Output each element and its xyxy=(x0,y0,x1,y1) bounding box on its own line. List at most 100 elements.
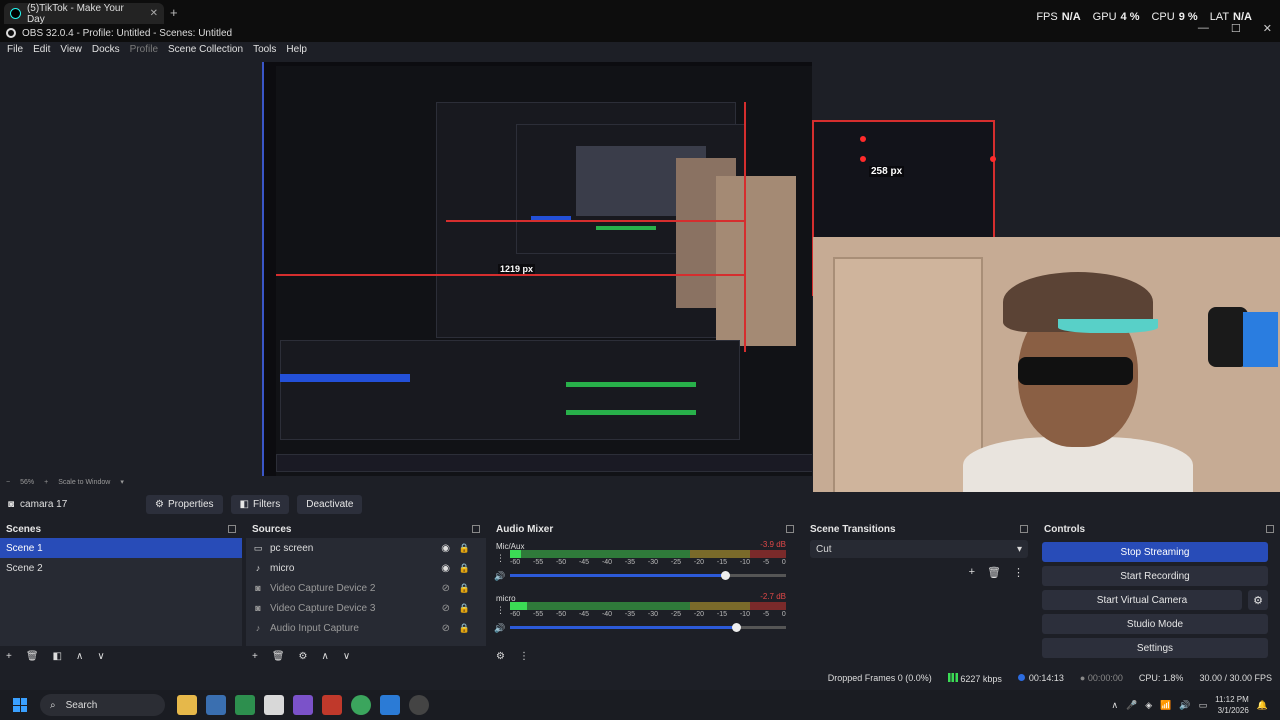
chevron-up-icon[interactable]: ∧ xyxy=(1111,700,1118,711)
menu-tools[interactable]: Tools xyxy=(248,42,281,58)
gear-icon[interactable]: ⚙ xyxy=(299,651,308,662)
resize-handle-top[interactable] xyxy=(860,136,866,142)
slider-knob[interactable] xyxy=(732,623,742,632)
obs-icon[interactable] xyxy=(409,695,429,715)
volume-slider[interactable] xyxy=(510,623,786,632)
undock-icon[interactable] xyxy=(472,525,480,533)
browser-tab[interactable]: (5)TikTok - Make Your Day ✕ xyxy=(4,3,164,25)
resize-handle-right[interactable] xyxy=(990,156,996,162)
kebab-menu-icon[interactable]: ⋮ xyxy=(1013,566,1024,579)
zoom-in-icon[interactable]: + xyxy=(44,479,48,486)
studio-mode-button[interactable]: Studio Mode xyxy=(1042,614,1268,634)
file-explorer-icon[interactable] xyxy=(177,695,197,715)
trash-icon[interactable]: 🗑 xyxy=(987,566,1001,579)
menu-scene-collection[interactable]: Scene Collection xyxy=(163,42,248,58)
kebab-menu-icon[interactable]: ⋮ xyxy=(496,605,505,616)
notification-bell-icon[interactable]: 🔔 xyxy=(1257,700,1268,711)
terminal-icon[interactable] xyxy=(235,695,255,715)
eye-icon[interactable]: ◉ xyxy=(441,563,450,574)
resize-handle-mid[interactable] xyxy=(860,156,866,162)
lock-icon[interactable]: 🔒 xyxy=(459,623,470,634)
lock-icon[interactable]: 🔒 xyxy=(459,583,470,594)
kebab-menu-icon[interactable]: ⋮ xyxy=(496,553,505,564)
scene-item-scene-2[interactable]: Scene 2 xyxy=(0,558,242,578)
eye-hidden-icon[interactable]: ⊘ xyxy=(442,623,450,634)
menu-edit[interactable]: Edit xyxy=(28,42,55,58)
stop-streaming-button[interactable]: Stop Streaming xyxy=(1042,542,1268,562)
start-recording-button[interactable]: Start Recording xyxy=(1042,566,1268,586)
properties-button[interactable]: ⚙ Properties xyxy=(146,494,223,514)
menu-help[interactable]: Help xyxy=(281,42,312,58)
store-icon[interactable] xyxy=(206,695,226,715)
add-scene-icon[interactable]: + xyxy=(6,651,12,662)
minimize-button[interactable]: — xyxy=(1198,22,1209,35)
add-source-icon[interactable]: + xyxy=(252,651,258,662)
mixer-settings-icon[interactable]: ⚙ xyxy=(496,651,505,662)
zoom-mode-select[interactable]: Scale to Window xyxy=(58,479,110,486)
volume-slider[interactable] xyxy=(510,571,786,580)
discord-icon[interactable] xyxy=(293,695,313,715)
eye-icon[interactable]: ◉ xyxy=(441,543,450,554)
move-down-icon[interactable]: ∨ xyxy=(97,651,104,662)
eye-hidden-icon[interactable]: ⊘ xyxy=(442,583,450,594)
meter-tick-label: -55 xyxy=(532,611,544,618)
settings-button[interactable]: Settings xyxy=(1042,638,1268,658)
gear-icon[interactable]: ⚙ xyxy=(1248,590,1268,610)
source-item[interactable]: ♪ micro ◉ 🔒 xyxy=(246,558,486,578)
speaker-icon[interactable]: 🔊 xyxy=(494,623,505,634)
speaker-icon[interactable]: 🔊 xyxy=(494,571,505,582)
add-transition-icon[interactable]: + xyxy=(969,566,975,579)
menu-view[interactable]: View xyxy=(55,42,87,58)
undock-icon[interactable] xyxy=(786,525,794,533)
deactivate-button[interactable]: Deactivate xyxy=(297,494,363,514)
scenes-toolbar: + 🗑 ◧ ∧ ∨ xyxy=(6,651,105,662)
zoom-out-icon[interactable]: − xyxy=(6,479,10,486)
transition-select[interactable]: Cut ▾ xyxy=(810,540,1028,558)
kebab-menu-icon[interactable]: ⋮ xyxy=(519,651,529,662)
move-down-icon[interactable]: ∨ xyxy=(343,651,350,662)
webcam-feed[interactable] xyxy=(813,237,1280,498)
chevron-down-icon[interactable]: ▾ xyxy=(120,478,124,486)
lock-icon[interactable]: 🔒 xyxy=(459,603,470,614)
eye-hidden-icon[interactable]: ⊘ xyxy=(442,603,450,614)
close-window-button[interactable]: ✕ xyxy=(1263,22,1272,35)
undock-icon[interactable] xyxy=(1266,525,1274,533)
volume-icon[interactable]: 🔊 xyxy=(1179,700,1190,711)
scene-item-scene-1[interactable]: Scene 1 xyxy=(0,538,242,558)
undock-icon[interactable] xyxy=(1020,525,1028,533)
slider-knob[interactable] xyxy=(721,571,731,580)
menu-file[interactable]: File xyxy=(2,42,28,58)
location-icon[interactable]: ◈ xyxy=(1145,700,1152,711)
taskbar-clock[interactable]: 11:12 PM 3/1/2026 xyxy=(1215,694,1249,716)
new-tab-button[interactable]: + xyxy=(170,5,178,20)
microphone-icon[interactable]: 🎤 xyxy=(1126,700,1137,711)
lock-icon[interactable]: 🔒 xyxy=(459,563,470,574)
source-item[interactable]: ◙ Video Capture Device 3 ⊘ 🔒 xyxy=(246,598,486,618)
filters-button[interactable]: ◧ Filters xyxy=(230,494,290,514)
undock-icon[interactable] xyxy=(228,525,236,533)
taskbar-search[interactable]: ⌕ Search xyxy=(40,694,165,716)
trash-icon[interactable]: 🗑 xyxy=(26,651,39,662)
maximize-button[interactable]: ☐ xyxy=(1231,22,1241,35)
vscode-icon[interactable] xyxy=(380,695,400,715)
close-tab-icon[interactable]: ✕ xyxy=(150,8,158,19)
trash-icon[interactable]: 🗑 xyxy=(272,651,285,662)
chrome-icon[interactable] xyxy=(351,695,371,715)
source-item[interactable]: ▭ pc screen ◉ 🔒 xyxy=(246,538,486,558)
menu-docks[interactable]: Docks xyxy=(87,42,125,58)
move-up-icon[interactable]: ∧ xyxy=(322,651,329,662)
app-icon[interactable] xyxy=(322,695,342,715)
virtual-camera-label: Start Virtual Camera xyxy=(1096,594,1188,606)
document-icon[interactable] xyxy=(264,695,284,715)
start-button[interactable] xyxy=(0,698,40,712)
source-item[interactable]: ♪ Audio Input Capture ⊘ 🔒 xyxy=(246,618,486,638)
battery-icon[interactable]: ▭ xyxy=(1199,700,1208,711)
source-item[interactable]: ◙ Video Capture Device 2 ⊘ 🔒 xyxy=(246,578,486,598)
menu-profile[interactable]: Profile xyxy=(125,42,163,58)
preview-canvas[interactable]: 1219 px xyxy=(262,62,812,476)
start-virtual-camera-button[interactable]: Start Virtual Camera ⚙ xyxy=(1042,590,1268,610)
lock-icon[interactable]: 🔒 xyxy=(459,543,470,554)
scene-filters-icon[interactable]: ◧ xyxy=(53,651,62,662)
wifi-icon[interactable]: 📶 xyxy=(1160,700,1171,711)
move-up-icon[interactable]: ∧ xyxy=(76,651,83,662)
